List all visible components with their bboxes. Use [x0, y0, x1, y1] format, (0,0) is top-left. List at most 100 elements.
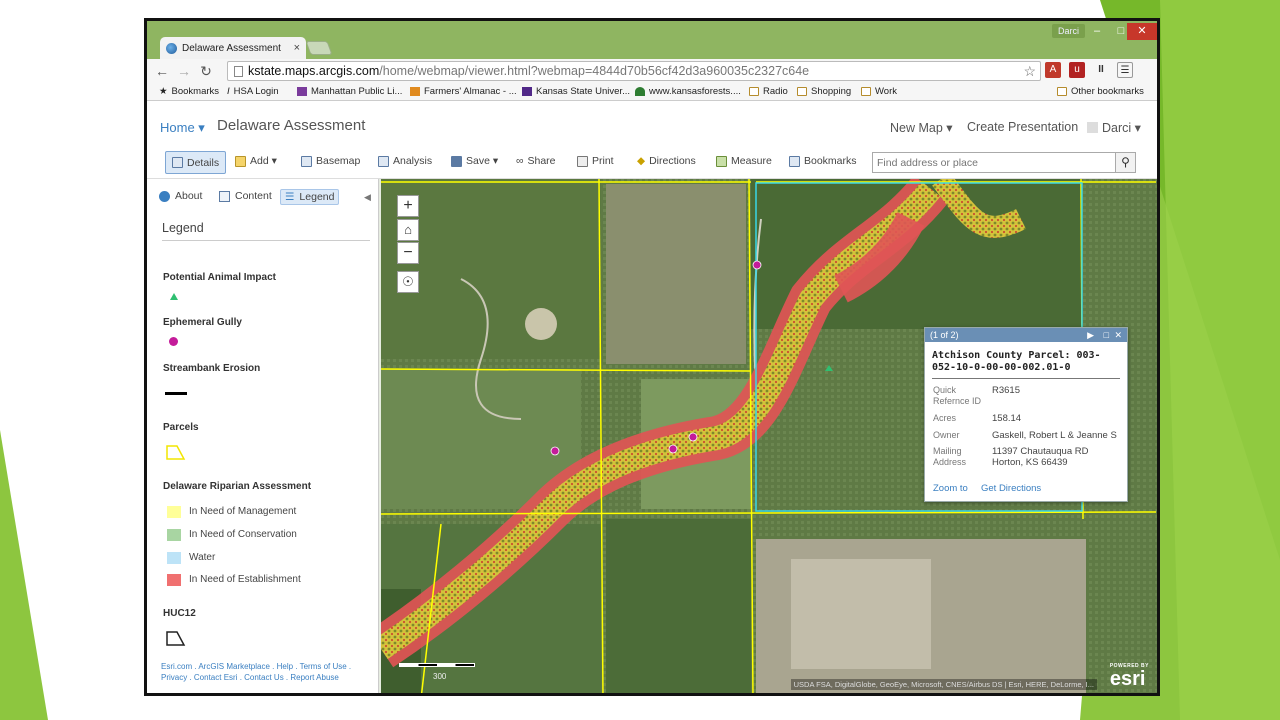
tab-content[interactable]: Content: [215, 189, 276, 203]
zoom-to-link[interactable]: Zoom to: [933, 483, 968, 494]
map-view[interactable]: + ⌂ − ☉ (1 of 2) ▶ □ ✕ Atchison County P…: [381, 179, 1157, 693]
get-directions-link[interactable]: Get Directions: [981, 483, 1041, 494]
bookmark-star-icon[interactable]: ☆: [1023, 63, 1036, 80]
legend-list-icon: ☰: [285, 191, 295, 203]
scale-label: 300: [433, 672, 447, 681]
legend-item-water: Water: [189, 552, 216, 563]
gully-dot-icon: [169, 337, 178, 346]
shield-extension-icon[interactable]: u: [1069, 62, 1085, 78]
water-swatch-icon: [167, 552, 181, 564]
management-swatch-icon: [167, 506, 181, 518]
info-icon: [159, 190, 170, 202]
bookmark-item[interactable]: Kansas State Univer...: [522, 86, 630, 97]
map-title: Delaware Assessment: [217, 117, 366, 134]
tab-about[interactable]: About: [155, 189, 206, 203]
print-icon: [577, 155, 588, 167]
close-window-icon[interactable]: ✕: [1127, 23, 1157, 40]
find-address-input[interactable]: [872, 152, 1116, 173]
streambank-line-icon: [165, 392, 187, 395]
screenshot-frame: Delaware Assessment × Darci – □ ✕ ← → ↻ …: [144, 18, 1160, 696]
search-icon[interactable]: ⚲: [1115, 152, 1136, 173]
legend-item-conservation: In Need of Conservation: [189, 529, 297, 540]
home-extent-icon[interactable]: ⌂: [397, 219, 419, 241]
sidebar-footer: Esri.com . ArcGIS Marketplace . Help . T…: [161, 661, 351, 683]
triangle-marker-icon: [170, 293, 178, 300]
legend-sidebar: About Content ☰ Legend ◀ Legend Potential…: [147, 179, 379, 693]
field-label: Mailing Address: [933, 446, 967, 467]
layer-title-huc12: HUC12: [163, 608, 196, 619]
bookmark-folder[interactable]: Radio: [749, 86, 788, 97]
zoom-out-button[interactable]: −: [397, 242, 419, 264]
bookmark-folder[interactable]: Work: [861, 86, 897, 97]
field-value: 11397 Chautauqua RD Horton, KS 66439: [992, 446, 1089, 468]
directions-button[interactable]: ◆ Directions: [637, 155, 696, 167]
reload-icon[interactable]: ↻: [195, 63, 217, 80]
new-tab-button[interactable]: [305, 41, 333, 55]
bookmark-item[interactable]: ★ Bookmarks: [159, 86, 219, 97]
close-popup-icon[interactable]: ✕: [1114, 328, 1122, 342]
footer-links-1[interactable]: Esri.com . ArcGIS Marketplace . Help . T…: [161, 661, 351, 672]
tab-close-icon[interactable]: ×: [294, 42, 300, 54]
field-label: Acres: [933, 413, 957, 423]
bookmarks-button[interactable]: Bookmarks: [789, 155, 857, 167]
save-button[interactable]: Save ▾: [451, 155, 498, 167]
bookmark-item[interactable]: I HSA Login: [227, 86, 279, 97]
tab-title: Delaware Assessment: [182, 42, 281, 54]
tab-legend[interactable]: ☰ Legend: [280, 189, 340, 205]
print-button[interactable]: Print: [577, 155, 614, 167]
menu-icon[interactable]: ☰: [1117, 62, 1133, 78]
collapse-sidebar-icon[interactable]: ◀: [364, 192, 371, 203]
field-label: Owner: [933, 430, 960, 440]
other-bookmarks[interactable]: Other bookmarks: [1057, 86, 1144, 97]
content-icon: [219, 190, 230, 202]
legend-title: Legend: [162, 221, 204, 235]
browser-tab[interactable]: Delaware Assessment ×: [160, 37, 306, 59]
footer-links-2[interactable]: Privacy . Contact Esri . Contact Us . Re…: [161, 672, 351, 683]
details-button[interactable]: Details: [165, 151, 227, 174]
back-icon[interactable]: ←: [151, 63, 173, 79]
new-map-menu[interactable]: New Map ▾: [890, 120, 953, 135]
home-menu[interactable]: Home ▾: [160, 120, 205, 136]
bookmark-item[interactable]: Farmers' Almanac - ...: [410, 86, 517, 97]
locate-icon[interactable]: ☉: [397, 271, 419, 293]
field-value: Gaskell, Robert L & Jeanne S: [992, 430, 1117, 441]
basemap-icon: [301, 155, 312, 167]
bookmark-item[interactable]: Manhattan Public Li...: [297, 86, 402, 97]
next-feature-icon[interactable]: ▶: [1087, 328, 1094, 342]
huc12-polygon-icon: [166, 631, 186, 646]
forward-icon[interactable]: →: [173, 63, 195, 79]
conservation-swatch-icon: [167, 529, 181, 541]
field-value: 158.14: [992, 413, 1022, 424]
user-menu[interactable]: Darci ▾: [1087, 120, 1141, 135]
zoom-in-button[interactable]: +: [397, 195, 419, 217]
bookmark-item[interactable]: www.kansasforests....: [635, 86, 741, 97]
analysis-button[interactable]: Analysis: [378, 155, 432, 167]
add-button[interactable]: Add ▾: [235, 155, 277, 167]
esri-logo[interactable]: POWERED BY esri: [1110, 663, 1149, 689]
bookmark-folder[interactable]: Shopping: [797, 86, 851, 97]
map-toolbar: Details Add ▾ Basemap Analysis Save ▾ ∞ S…: [147, 147, 1157, 179]
save-icon: [451, 155, 462, 167]
add-icon: [235, 155, 246, 167]
create-presentation-link[interactable]: Create Presentation: [967, 120, 1078, 134]
maximize-popup-icon[interactable]: □: [1104, 328, 1109, 342]
user-avatar-icon: [1087, 122, 1098, 133]
legend-divider: [162, 240, 370, 241]
pdf-extension-icon[interactable]: A: [1045, 62, 1061, 78]
folder-icon: [797, 87, 807, 96]
folder-icon: [861, 87, 871, 96]
window-user-badge[interactable]: Darci: [1051, 24, 1085, 38]
details-icon: [172, 157, 183, 168]
page-icon: [234, 65, 243, 77]
minimize-icon[interactable]: –: [1085, 23, 1109, 40]
share-button[interactable]: ∞ Share: [516, 155, 556, 167]
folder-icon: [749, 87, 759, 96]
basemap-button[interactable]: Basemap: [301, 155, 360, 167]
field-label: Quick Refernce ID: [933, 385, 982, 406]
measure-button[interactable]: Measure: [716, 155, 772, 167]
pause-extension-icon[interactable]: II: [1093, 62, 1109, 78]
directions-icon: ◆: [637, 155, 646, 167]
field-value: R3615: [992, 385, 1020, 396]
url-input[interactable]: kstate.maps.arcgis.com/home/webmap/viewe…: [227, 61, 1041, 81]
url-path: /home/webmap/viewer.html?webmap=4844d70b…: [379, 64, 810, 78]
